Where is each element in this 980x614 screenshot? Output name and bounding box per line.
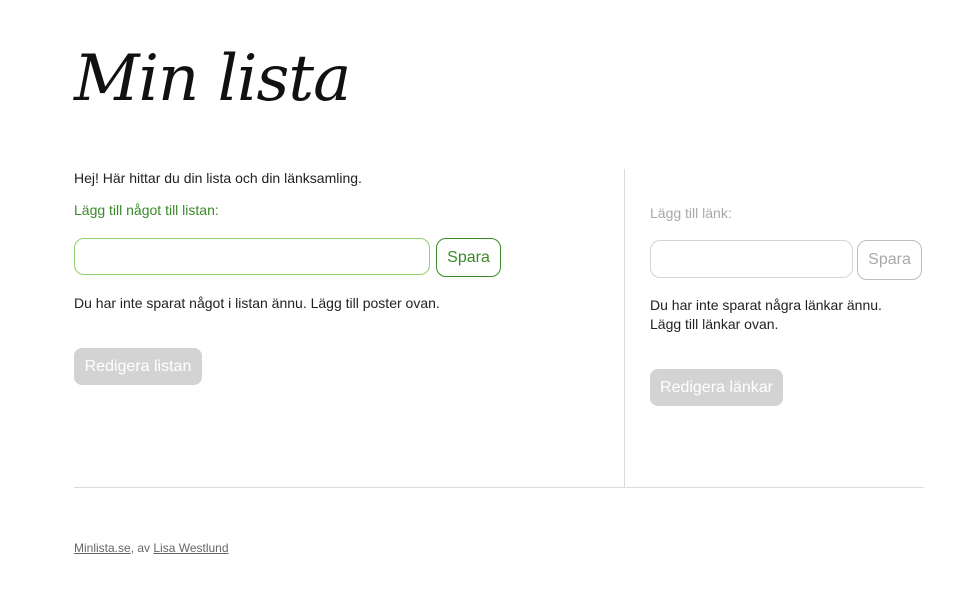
edit-list-button[interactable]: Redigera listan: [74, 348, 202, 385]
edit-links-button[interactable]: Redigera länkar: [650, 369, 783, 406]
footer-divider: [74, 487, 924, 488]
links-empty-message-line2: Lägg till länkar ovan.: [650, 316, 779, 332]
list-item-input[interactable]: [74, 238, 430, 275]
intro-text: Hej! Här hittar du din lista och din län…: [74, 170, 362, 186]
add-to-list-label: Lägg till något till listan:: [74, 202, 219, 218]
links-empty-message-line1: Du har inte sparat några länkar ännu.: [650, 297, 882, 313]
site-link[interactable]: Minlista.se: [74, 541, 131, 555]
column-divider: [624, 169, 625, 487]
page-title: Min lista: [74, 42, 351, 116]
save-link-button[interactable]: Spara: [857, 240, 922, 280]
page: Min lista Hej! Här hittar du din lista o…: [0, 0, 980, 614]
add-link-label: Lägg till länk:: [650, 205, 732, 221]
list-empty-message: Du har inte sparat något i listan ännu. …: [74, 295, 440, 311]
footer-separator: , av: [130, 541, 154, 555]
author-link[interactable]: Lisa Westlund: [153, 541, 228, 555]
save-list-item-button[interactable]: Spara: [436, 238, 501, 277]
link-input[interactable]: [650, 240, 853, 278]
links-empty-message: Du har inte sparat några länkar ännu. Lä…: [650, 296, 920, 334]
footer: Minlista.se, av Lisa Westlund: [74, 540, 229, 556]
